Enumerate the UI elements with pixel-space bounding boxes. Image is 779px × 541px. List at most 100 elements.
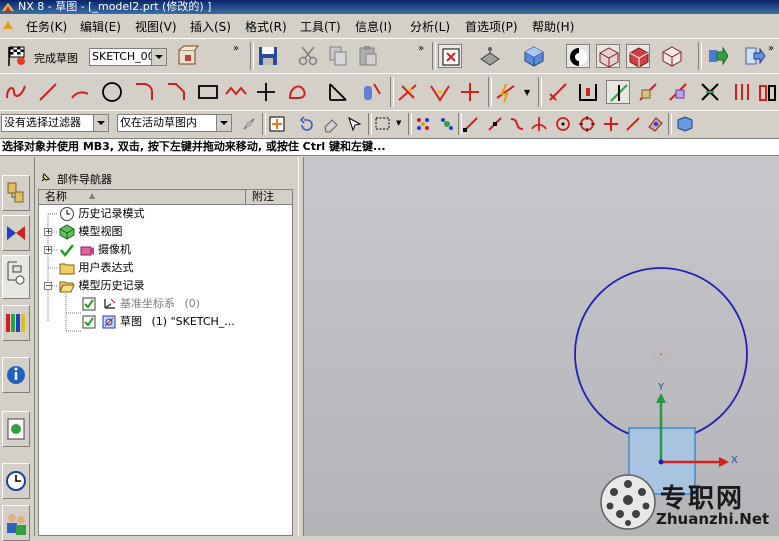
column-name[interactable]: 名称 [45,190,67,204]
hidden-cube-icon[interactable] [660,44,684,68]
end-point-icon[interactable] [462,115,480,133]
cut-icon[interactable] [296,44,320,68]
intersection-point-icon[interactable] [530,115,548,133]
derived-lines-icon[interactable] [494,80,518,104]
menu-insert[interactable]: 插入(S) [190,18,231,35]
point-on-curve-snap-icon[interactable] [624,115,642,133]
paste-icon[interactable] [356,44,380,68]
mid-point-icon[interactable] [486,115,504,133]
menu-analysis[interactable]: 分析(L) [410,18,450,35]
show-constraints-icon[interactable] [606,80,630,104]
selection-filter-dropdown[interactable]: 没有选择过滤器 [1,114,109,132]
profile-icon[interactable] [4,80,28,104]
collapse-icon[interactable]: − [44,282,52,290]
static-wireframe-icon[interactable] [566,44,590,68]
constraint-navigator-tab[interactable] [2,215,30,251]
menu-format[interactable]: 格式(R) [245,18,287,35]
checkbox-checked-icon[interactable] [81,296,97,312]
menu-tools[interactable]: 工具(T) [300,18,341,35]
edges-cube-icon[interactable] [596,44,620,68]
menu-info[interactable]: 信息(I) [355,18,392,35]
menu-help[interactable]: 帮助(H) [532,18,574,35]
show-remove-constraints-icon[interactable] [698,80,722,104]
reuse-library-tab[interactable] [2,305,30,341]
history-tab[interactable] [2,463,30,499]
auto-constrain-icon[interactable] [636,80,660,104]
toolbar-overflow-icon[interactable]: » [768,43,774,54]
existing-point-icon[interactable] [602,115,620,133]
selection-options-icon[interactable] [240,115,258,133]
chevron-down-icon[interactable]: ▼ [524,88,530,97]
point-icon[interactable] [254,80,278,104]
layer-arrow-icon[interactable] [742,44,766,68]
fillet-icon[interactable] [132,80,156,104]
part-navigator-tab[interactable] [2,255,30,299]
dimension-icon[interactable] [546,80,570,104]
point-on-face-icon[interactable] [646,115,664,133]
circle-icon[interactable] [100,80,124,104]
pin-icon[interactable] [39,172,51,187]
menu-edit[interactable]: 编辑(E) [80,18,121,35]
expand-icon[interactable]: + [44,228,52,236]
tree-node-model-history[interactable]: 模型历史记录 [59,277,145,295]
toolbar-overflow-icon[interactable]: » [418,43,424,54]
section-cube-icon[interactable] [626,44,650,68]
pattern-curve-icon[interactable] [360,80,384,104]
control-point-icon[interactable] [508,115,526,133]
orient-to-sketch-icon[interactable] [176,44,200,68]
move-arrow-icon[interactable] [706,44,730,68]
web-browser-tab[interactable] [2,411,30,447]
offset-curve-icon[interactable] [326,80,350,104]
menu-task[interactable]: 任务(K) [26,18,67,35]
save-icon[interactable] [256,44,280,68]
menu-view[interactable]: 视图(V) [135,18,177,35]
tree-node-history-mode[interactable]: 历史记录模式 [59,205,145,223]
studio-spline-icon[interactable] [286,80,310,104]
selection-scope-dropdown[interactable]: 仅在活动草图内 [117,114,232,132]
quick-extend-icon[interactable] [428,80,452,104]
convert-reference-icon[interactable] [730,80,754,104]
make-corner-icon[interactable] [458,80,482,104]
menu-preferences[interactable]: 首选项(P) [465,18,518,35]
column-notes[interactable]: 附注 [245,190,298,204]
hd3d-tools-tab[interactable] [2,357,30,393]
view-orientation-icon[interactable] [478,44,502,68]
tree-node-sketch[interactable]: 草图 (1) "SKETCH_... [81,313,235,331]
quadrant-point-icon[interactable] [578,115,596,133]
tree-node-datum-csys[interactable]: 基准坐标系 (0) [81,295,200,313]
sketch-name-dropdown[interactable]: SKETCH_000 [89,48,167,66]
polygon-icon[interactable] [224,80,248,104]
shaded-cube-icon[interactable] [522,44,546,68]
alternate-solution-icon[interactable] [756,80,779,104]
snap-points-icon[interactable] [414,115,432,133]
tree-node-cameras[interactable]: 摄像机 [59,241,131,259]
rectangle-icon[interactable] [196,80,220,104]
undo-arrow-icon[interactable] [298,115,316,133]
general-selection-icon[interactable] [268,115,286,133]
eraser-icon[interactable] [322,115,340,133]
chevron-down-icon[interactable]: ▼ [396,119,401,127]
select-all-icon[interactable] [346,115,364,133]
rectangle-select-icon[interactable] [374,115,392,133]
tree-node-user-expressions[interactable]: 用户表达式 [59,259,134,277]
arc-center-icon[interactable] [554,115,572,133]
arc-icon[interactable] [68,80,92,104]
copy-icon[interactable] [326,44,350,68]
checkbox-checked-icon[interactable] [81,314,97,330]
geometric-constraints-icon[interactable] [576,80,600,104]
chamfer-icon[interactable] [164,80,188,104]
toolbar-overflow-icon[interactable]: » [233,43,239,54]
tree-node-model-views[interactable]: 模型视图 [59,223,123,241]
finish-sketch-flag-icon[interactable] [4,44,28,68]
auto-dimension-icon[interactable] [666,80,690,104]
finish-sketch-label[interactable]: 完成草图 [34,50,78,66]
expand-icon[interactable]: + [44,246,52,254]
point-on-curve-icon[interactable] [438,115,456,133]
circle-center-marker [653,346,669,362]
quick-trim-icon[interactable] [396,80,420,104]
fit-view-icon[interactable] [438,44,462,68]
assembly-navigator-tab[interactable] [2,175,30,211]
solid-body-icon[interactable] [676,115,694,133]
app-menu-icon[interactable] [2,19,14,31]
line-icon[interactable] [36,80,60,104]
